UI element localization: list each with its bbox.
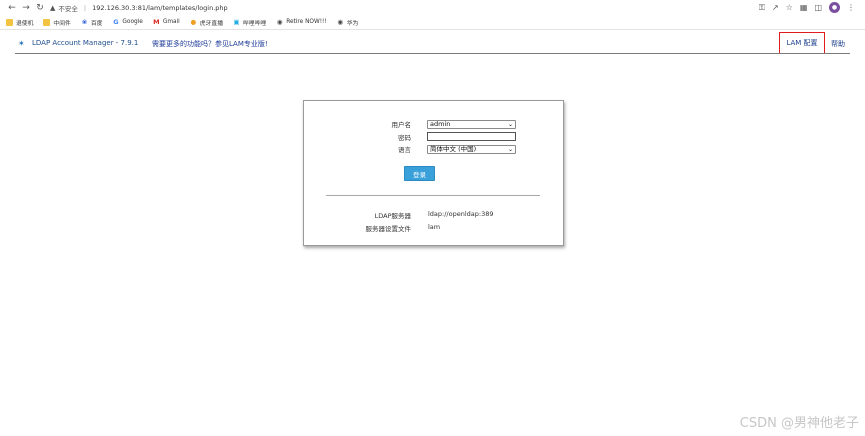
globe-icon: ◉ xyxy=(337,17,344,26)
language-label: 语言 xyxy=(398,146,411,154)
extension-icon[interactable]: ▦ xyxy=(800,3,808,12)
bookmark-label: Google xyxy=(122,19,143,25)
profile-avatar-icon[interactable]: ● xyxy=(829,2,840,13)
ldap-server-label: LDAP服务器 xyxy=(374,212,411,220)
google-icon: G xyxy=(113,17,119,26)
bookmark-label: 哔哩哔哩 xyxy=(243,20,267,27)
chevron-down-icon: ⌄ xyxy=(507,146,513,153)
gmail-icon: M xyxy=(153,17,160,26)
lam-header: ✶ LDAP Account Manager - 7.9.1 需要更多的功能吗？… xyxy=(0,30,865,54)
huya-icon: ● xyxy=(190,17,197,26)
browser-chrome: ← → ↻ ▲ 不安全 | 192.126.30.3:81/lam/templa… xyxy=(0,0,865,30)
app-title[interactable]: LDAP Account Manager - 7.9.1 xyxy=(32,39,138,47)
login-button[interactable]: 登录 xyxy=(404,166,435,181)
header-divider xyxy=(15,53,850,54)
back-arrow-icon[interactable]: ← xyxy=(5,1,19,15)
reload-icon[interactable]: ↻ xyxy=(33,1,47,15)
bookmark-label: 华为 xyxy=(346,20,359,27)
bookmarks-bar: 退使机 中间件 ❀ 百度 G Google M Gmail ● 虎牙直播 ▣ 哔哩哔哩 ◉… xyxy=(0,15,865,30)
forward-arrow-icon[interactable]: → xyxy=(19,1,33,15)
password-label: 密码 xyxy=(398,134,411,142)
bookmark-label: 虎牙直播 xyxy=(199,20,223,27)
server-profile-label: 服务器设置文件 xyxy=(365,225,412,233)
security-label: 不安全 xyxy=(58,4,78,13)
form-divider xyxy=(326,195,540,196)
login-box: 用户名 admin ⌄ 密码 语言 简体中文 (中国) ⌄ 登录 LDAP服务器… xyxy=(303,100,564,246)
bookmark-label: 中间件 xyxy=(53,20,71,27)
bilibili-icon: ▣ xyxy=(233,17,240,26)
bookmark-item[interactable]: M Gmail xyxy=(153,17,180,26)
lam-logo-icon[interactable]: ✶ xyxy=(18,39,25,48)
lam-config-link[interactable]: LAM 配置 xyxy=(779,32,825,54)
username-value: admin xyxy=(430,120,451,128)
warning-icon: ▲ xyxy=(50,3,56,12)
help-link[interactable]: 帮助 xyxy=(831,39,845,49)
pro-version-link[interactable]: 需要更多的功能吗？参见LAM专业版! xyxy=(152,39,268,49)
password-input[interactable] xyxy=(427,132,516,141)
language-select[interactable]: 简体中文 (中国) ⌄ xyxy=(427,145,516,154)
chevron-down-icon: ⌄ xyxy=(507,121,513,128)
bookmark-item[interactable]: 退使机 xyxy=(6,18,33,27)
folder-icon xyxy=(6,18,13,26)
star-icon[interactable]: ☆ xyxy=(786,3,793,12)
bookmark-label: 退使机 xyxy=(16,20,34,27)
bookmark-label: Gmail xyxy=(162,19,180,25)
browser-toolbar: ⚿ ↗ ☆ ▦ ◫ ● ⋮ xyxy=(759,1,855,14)
username-label: 用户名 xyxy=(391,121,412,129)
folder-icon xyxy=(43,18,51,26)
sidebar-icon[interactable]: ◫ xyxy=(814,3,822,12)
bookmark-item[interactable]: ● 虎牙直播 xyxy=(190,18,223,27)
address-separator: | xyxy=(83,3,87,12)
address-bar[interactable]: ▲ 不安全 | 192.126.30.3:81/lam/templates/lo… xyxy=(50,1,810,14)
ldap-server-value: ldap://openldap:389 xyxy=(428,210,494,218)
bookmark-label: 百度 xyxy=(90,20,103,27)
menu-icon[interactable]: ⋮ xyxy=(847,3,855,12)
url-text: 192.126.30.3:81/lam/templates/login.php xyxy=(92,3,228,12)
bookmark-label: Retire NOW!!! xyxy=(286,19,327,25)
baidu-icon: ❀ xyxy=(81,17,88,26)
bookmark-item[interactable]: ▣ 哔哩哔哩 xyxy=(233,18,266,27)
server-profile-value: lam xyxy=(428,223,441,231)
bookmark-item[interactable]: ❀ 百度 xyxy=(81,18,103,27)
bookmark-item[interactable]: ◉ Retire NOW!!! xyxy=(276,17,327,26)
globe-icon: ◉ xyxy=(276,17,283,26)
bookmark-item[interactable]: ◉ 华为 xyxy=(337,17,359,27)
watermark: CSDN @男神他老子 xyxy=(739,416,859,431)
bookmark-item[interactable]: 中间件 xyxy=(43,18,71,27)
language-value: 简体中文 (中国) xyxy=(430,145,477,153)
key-icon[interactable]: ⚿ xyxy=(759,3,765,13)
share-icon[interactable]: ↗ xyxy=(772,3,779,12)
username-select[interactable]: admin ⌄ xyxy=(427,120,516,129)
bookmark-item[interactable]: G Google xyxy=(112,17,143,26)
address-row: ← → ↻ ▲ 不安全 | 192.126.30.3:81/lam/templa… xyxy=(0,0,865,15)
